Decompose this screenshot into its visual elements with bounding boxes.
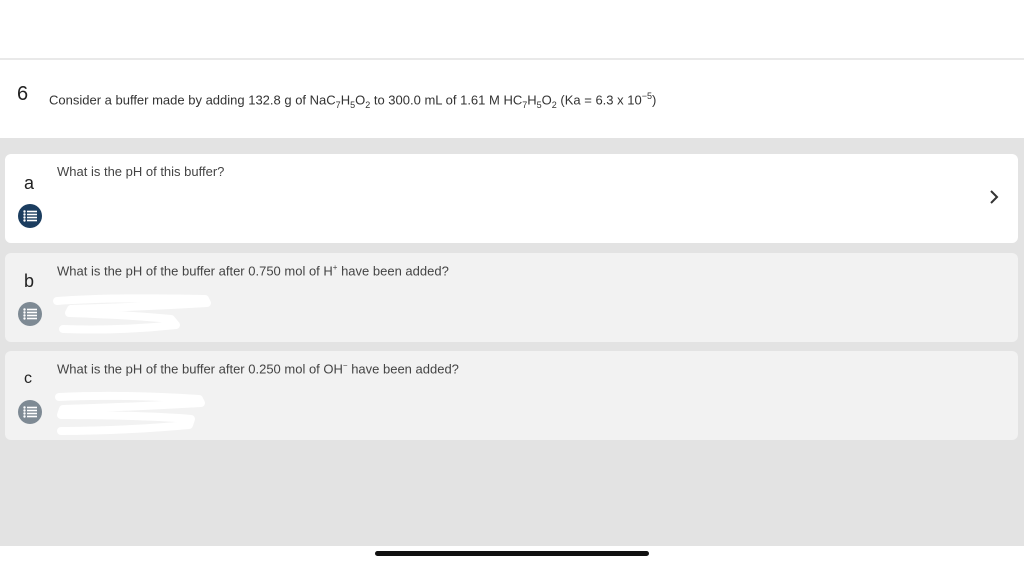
part-a-letter: a xyxy=(24,173,35,193)
part-a-list-icon[interactable] xyxy=(18,204,42,228)
question-header: 6 Consider a buffer made by adding 132.8… xyxy=(0,60,1024,138)
part-c-letter: c xyxy=(24,370,32,387)
redaction-scribble xyxy=(53,294,211,334)
part-c-list-icon[interactable] xyxy=(18,400,42,424)
chevron-right-icon[interactable] xyxy=(984,187,1004,207)
redaction-scribble xyxy=(55,391,205,435)
part-c-question: What is the pH of the buffer after 0.250… xyxy=(57,361,459,377)
question-text: Consider a buffer made by adding 132.8 g… xyxy=(49,91,657,110)
part-b-card[interactable]: b What is the pH of the buffer after 0.7… xyxy=(5,253,1018,342)
part-b-letter: b xyxy=(24,271,35,291)
question-number: 6 xyxy=(17,83,29,105)
part-b-list-icon[interactable] xyxy=(18,302,42,326)
home-indicator[interactable] xyxy=(375,551,649,556)
part-c-card[interactable]: c What is the pH of the buffer after 0.2… xyxy=(5,351,1018,440)
part-b-question: What is the pH of the buffer after 0.750… xyxy=(57,263,449,279)
part-a-card[interactable]: a What is the pH of this buffer? xyxy=(5,154,1018,243)
part-a-question: What is the pH of this buffer? xyxy=(57,164,225,179)
